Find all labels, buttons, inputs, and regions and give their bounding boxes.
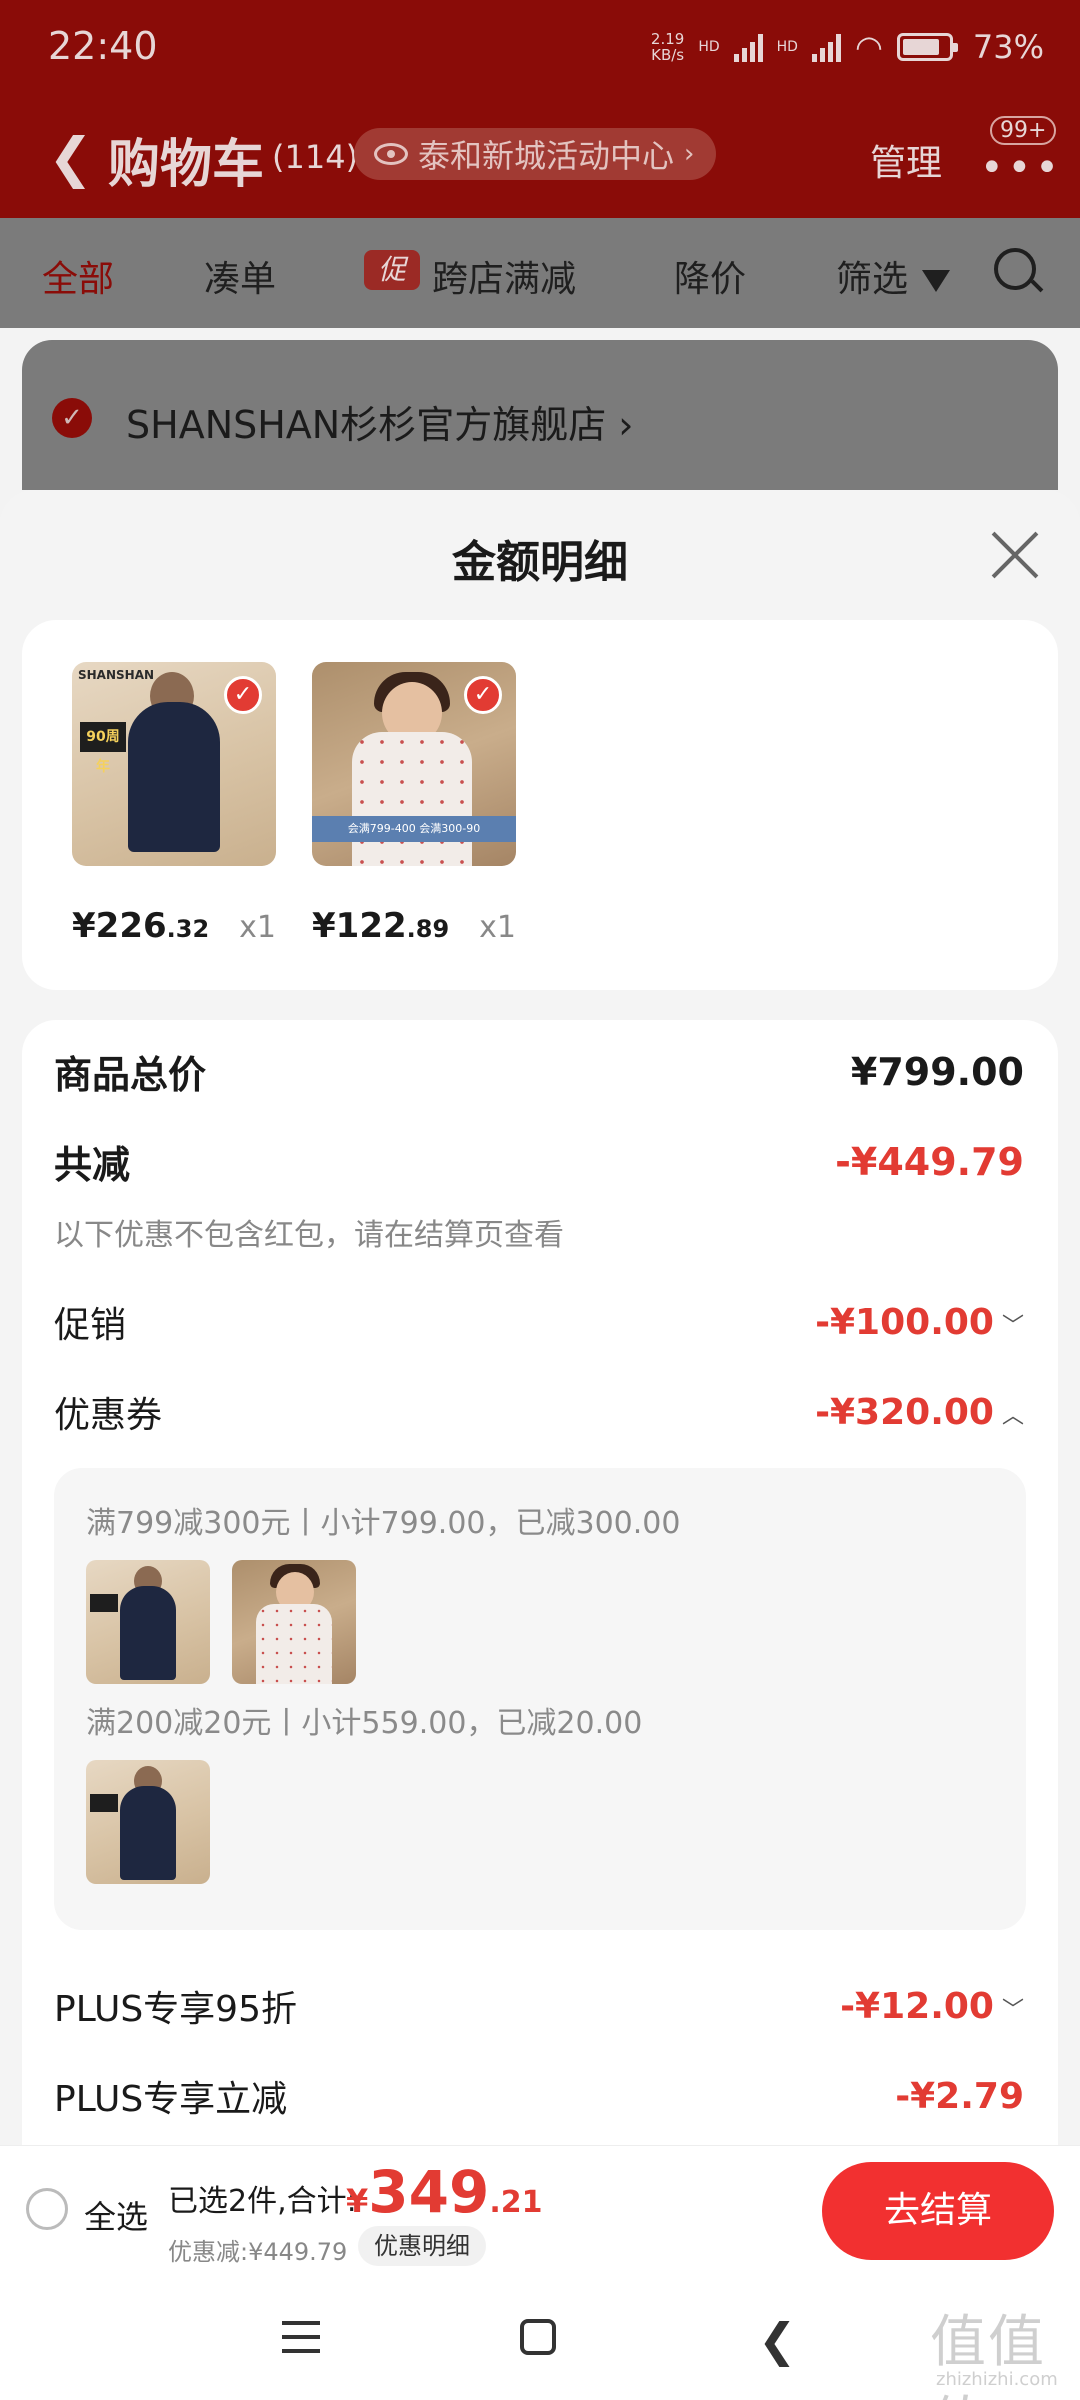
product-qty: x1 xyxy=(239,910,276,945)
location-selector[interactable]: 泰和新城活动中心 › xyxy=(354,128,717,180)
discount-amount: 优惠减:¥449.79 xyxy=(168,2238,348,2266)
product-item[interactable]: 会满799-400 会满300-90 ✓ ¥122.89 x1 xyxy=(312,662,552,946)
plus-instant-row: PLUS专享立减 -¥2.79 xyxy=(54,2070,1024,2122)
search-icon[interactable] xyxy=(994,248,1036,290)
cart-filter-tabs: 全部 凑单 促跨店满减 降价 筛选 xyxy=(0,218,1080,328)
selection-summary: 已选2件,合计: xyxy=(168,2184,357,2219)
coupon-product-thumb-dress xyxy=(232,1560,356,1684)
product-image-kids-dress: 会满799-400 会满300-90 ✓ xyxy=(312,662,516,866)
menu-icon[interactable] xyxy=(282,2321,320,2353)
signal-icon-2 xyxy=(811,32,841,62)
chevron-right-icon: › xyxy=(684,139,695,169)
tab-bundle[interactable]: 凑单 xyxy=(204,250,276,302)
back-nav-icon[interactable]: ❮ xyxy=(758,2313,797,2367)
product-qty: x1 xyxy=(479,910,516,945)
wifi-icon: ◠ xyxy=(854,28,883,66)
page-title: 购物车 xyxy=(108,135,265,195)
chevron-down-icon: ﹀ xyxy=(1001,1313,1024,1339)
total-reduction-value: -¥449.79 xyxy=(835,1139,1024,1184)
checkout-bar: 全选 已选2件,合计: ¥ 349 .21 优惠减:¥449.79 优惠明细 去… xyxy=(0,2145,1080,2275)
filter-icon xyxy=(922,270,951,292)
total-amount: ¥ 349 .21 xyxy=(346,2158,543,2226)
selected-check-icon: ✓ xyxy=(224,676,262,714)
more-dots-icon: ••• xyxy=(980,145,1063,191)
tab-cross-store-label: 跨店满减 xyxy=(432,259,577,300)
promo-badge: 促 xyxy=(364,250,420,290)
chevron-down-icon: ﹀ xyxy=(1001,1997,1024,2023)
store-header: ✓ SHANSHAN杉杉官方旗舰店 › xyxy=(22,340,1058,490)
close-icon[interactable] xyxy=(990,530,1040,580)
status-time: 22:40 xyxy=(48,24,158,68)
plus-discount-label: PLUS专享95折 xyxy=(54,1989,297,2030)
coupon-product-thumb-jacket xyxy=(86,1560,210,1684)
signal-icon xyxy=(733,32,763,62)
tab-cross-store[interactable]: 促跨店满减 xyxy=(364,250,576,302)
back-icon[interactable]: ❮ xyxy=(48,126,93,189)
coupon-rule-1: 满799减300元丨小计799.00，已减300.00 xyxy=(86,1506,681,1541)
manage-button[interactable]: 管理 xyxy=(870,134,942,186)
watermark-url: zhizhizhi.com xyxy=(936,2369,1058,2390)
coupon-label: 优惠券 xyxy=(54,1395,163,1436)
more-menu-button[interactable]: 99+ ••• xyxy=(970,116,1059,190)
product-item[interactable]: SHANSHAN 90周年 ✓ ¥226.32 x1 xyxy=(72,662,312,946)
hd-label: HD xyxy=(698,39,720,55)
tab-all[interactable]: 全部 xyxy=(42,250,114,302)
brand-label: SHANSHAN xyxy=(78,668,155,682)
coupon-detail-box: 满799减300元丨小计799.00，已减300.00 满200减20元丨小计5… xyxy=(54,1468,1026,1930)
coupon-product-thumb-jacket xyxy=(86,1760,210,1884)
coupon-rule-2: 满200减20元丨小计559.00，已减20.00 xyxy=(86,1706,643,1741)
total-price-value: ¥799.00 xyxy=(850,1049,1024,1094)
product-price: ¥122.89 xyxy=(312,906,450,946)
home-icon[interactable] xyxy=(520,2319,556,2355)
product-image-jacket: SHANSHAN 90周年 ✓ xyxy=(72,662,276,866)
battery-level: 73% xyxy=(972,28,1044,66)
product-price: ¥226.32 xyxy=(72,906,210,946)
selected-check-icon: ✓ xyxy=(464,676,502,714)
status-bar: 22:40 2.19 KB/s HD HD ◠ 73% xyxy=(0,0,1080,100)
store-name[interactable]: SHANSHAN杉杉官方旗舰店 › xyxy=(126,394,634,449)
tab-price-drop[interactable]: 降价 xyxy=(674,250,746,302)
location-label: 泰和新城活动中心 xyxy=(418,137,675,175)
system-nav-bar: ❮ 值值值 zhizhizhi.com xyxy=(0,2275,1080,2400)
status-icons: 2.19 KB/s HD HD ◠ 73% xyxy=(651,28,1044,66)
select-all-label[interactable]: 全选 xyxy=(84,2192,148,2238)
promotion-label: 促销 xyxy=(54,1305,127,1346)
discount-detail-button[interactable]: 优惠明细 xyxy=(358,2226,486,2266)
battery-icon xyxy=(896,33,958,61)
store-check-icon[interactable]: ✓ xyxy=(52,398,92,438)
sheet-title: 金额明细 xyxy=(452,537,628,588)
tab-filter-label: 筛选 xyxy=(836,259,909,300)
chevron-up-icon: ︿ xyxy=(1001,1403,1024,1429)
total-reduction-row: 共减 -¥449.79 xyxy=(54,1134,1024,1189)
net-speed: 2.19 KB/s xyxy=(650,30,685,64)
coupon-row[interactable]: 优惠券 -¥320.00 ︿ xyxy=(54,1386,1024,1438)
total-price-row: 商品总价 ¥799.00 xyxy=(54,1044,1024,1099)
anniversary-tag: 90周年 xyxy=(80,722,126,775)
message-badge: 99+ xyxy=(990,116,1057,145)
price-breakdown-card: 商品总价 ¥799.00 共减 -¥449.79 以下优惠不包含红包，请在结算页… xyxy=(22,1020,1058,2145)
promo-banner: 会满799-400 会满300-90 xyxy=(312,816,516,842)
select-all-checkbox[interactable] xyxy=(26,2188,68,2230)
selected-products-card: SHANSHAN 90周年 ✓ ¥226.32 x1 会满799-400 会满3… xyxy=(22,620,1058,990)
promotion-row[interactable]: 促销 -¥100.00 ﹀ xyxy=(54,1296,1024,1348)
total-reduction-label: 共减 xyxy=(54,1143,131,1187)
cart-count: (114) xyxy=(272,138,359,176)
amount-detail-sheet: 金额明细 SHANSHAN 90周年 ✓ ¥226.32 x1 会满799-40… xyxy=(0,490,1080,2145)
eye-icon xyxy=(374,143,408,165)
coupon-value: -¥320.00 ︿ xyxy=(815,1391,1024,1433)
plus-instant-value: -¥2.79 xyxy=(895,2075,1024,2117)
promotion-value: -¥100.00 ﹀ xyxy=(815,1301,1024,1343)
reduction-note: 以下优惠不包含红包，请在结算页查看 xyxy=(54,1218,564,1253)
cart-header: ❮ 购物车 (114) 泰和新城活动中心 › 管理 99+ ••• xyxy=(0,100,1080,218)
plus-instant-label: PLUS专享立减 xyxy=(54,2079,288,2120)
plus-discount-row[interactable]: PLUS专享95折 -¥12.00 ﹀ xyxy=(54,1980,1024,2032)
total-price-label: 商品总价 xyxy=(54,1053,207,1097)
checkout-button[interactable]: 去结算 xyxy=(822,2162,1054,2260)
hd-label-2: HD xyxy=(776,39,798,55)
plus-discount-value: -¥12.00 ﹀ xyxy=(840,1985,1024,2027)
tab-filter[interactable]: 筛选 xyxy=(836,250,951,302)
